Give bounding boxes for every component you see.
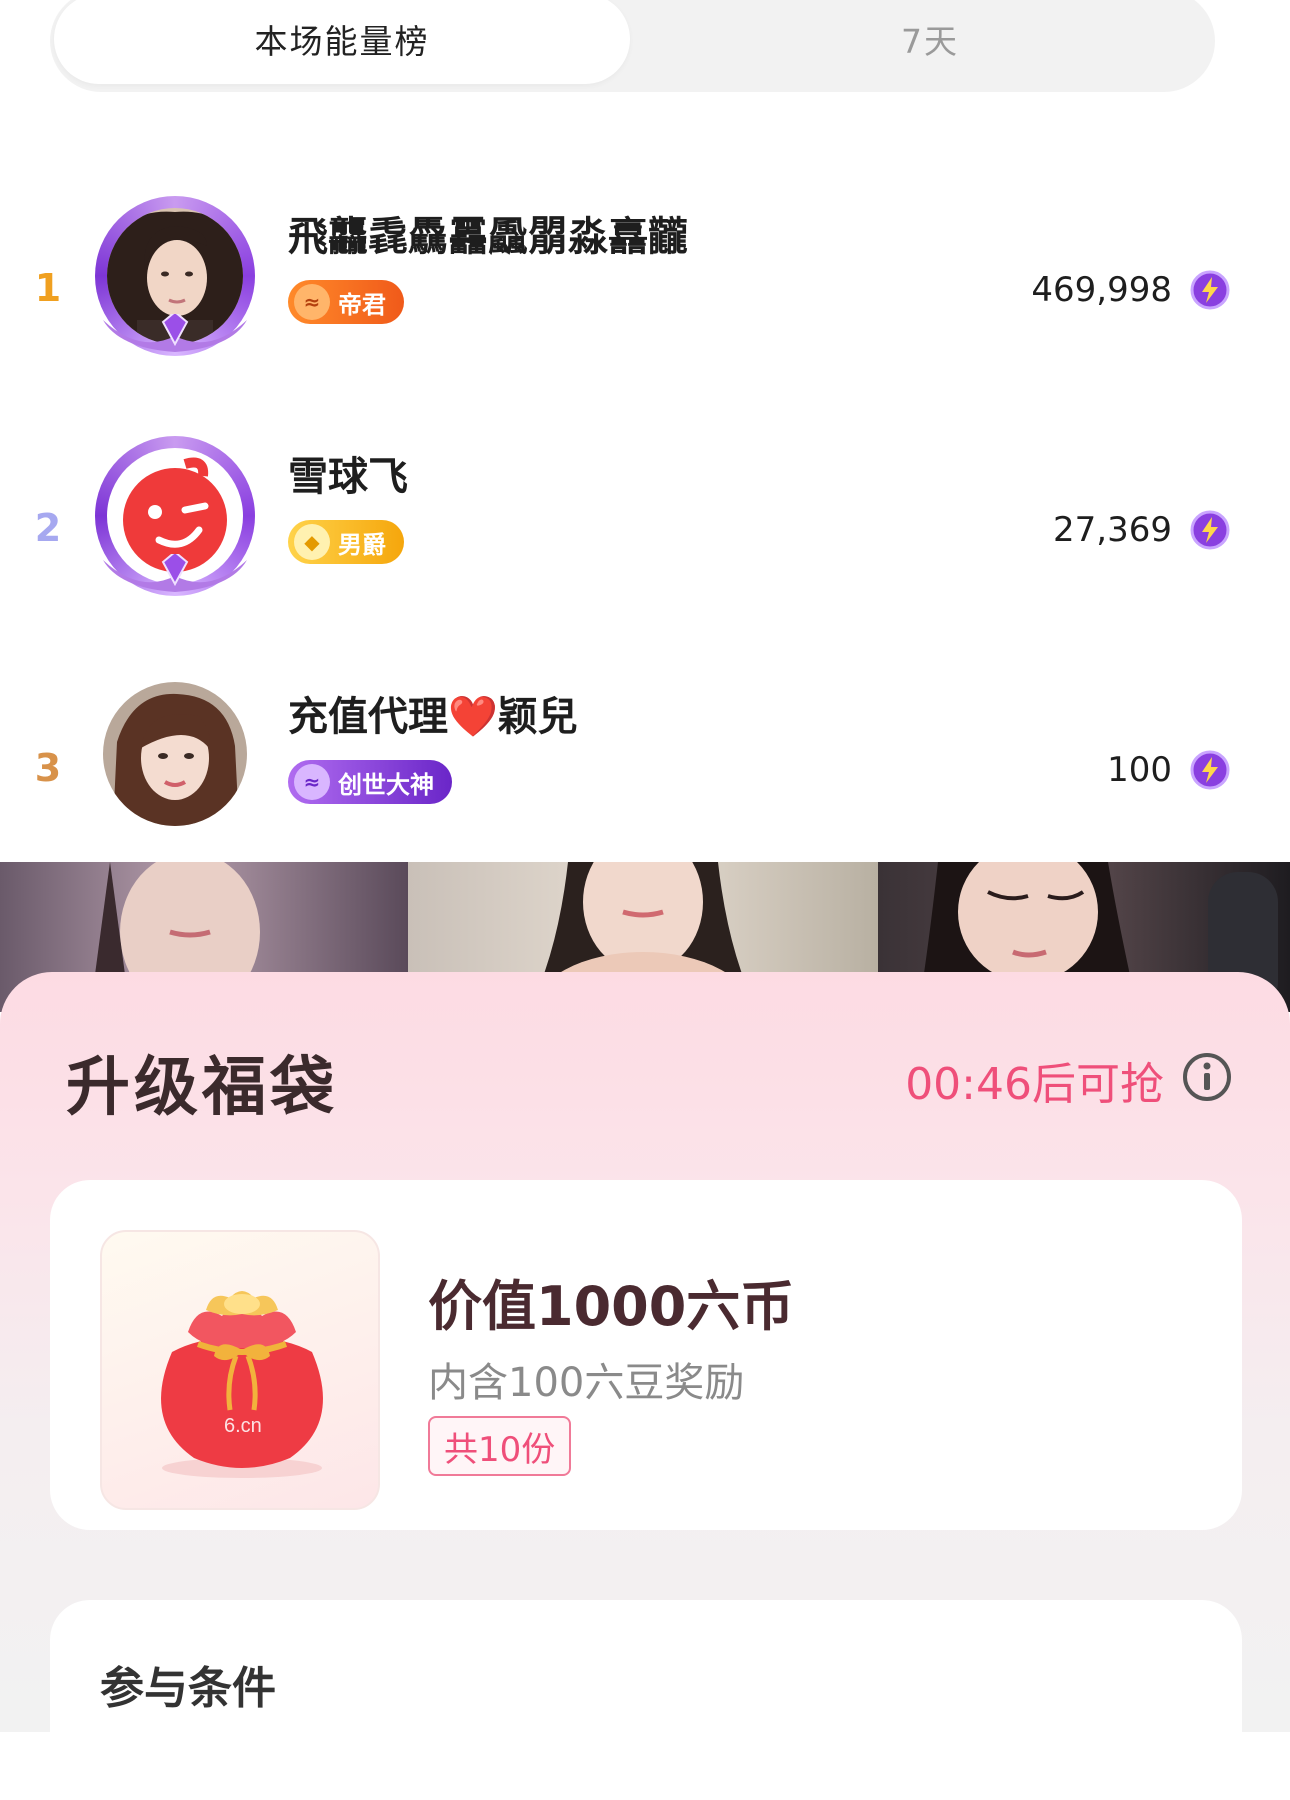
badge-label: 男爵: [338, 530, 386, 559]
prize-quantity-tag: 共10份: [428, 1416, 572, 1476]
countdown-text: 00:46后可抢: [905, 1059, 1164, 1110]
conditions-title: 参与条件: [100, 1663, 276, 1714]
lucky-bag-image: 6.cn: [100, 1230, 380, 1510]
sheet-title: 升级福袋: [66, 1051, 338, 1125]
avatar[interactable]: [95, 676, 255, 836]
tab-7-days[interactable]: 7天: [650, 0, 1210, 84]
lightning-icon: [1190, 750, 1230, 790]
user-name: 飛龘毳驫靐飍朤淼譶龖: [288, 214, 688, 260]
user-name: 雪球飞: [288, 454, 408, 500]
level-badge: ≈ 创世大神: [288, 760, 452, 804]
tab-current-session[interactable]: 本场能量榜: [54, 0, 630, 84]
energy-score: 27,369: [1053, 510, 1172, 550]
rank-row[interactable]: 3 充值代理❤️颖兒 ≈ 创世大神 100: [0, 676, 1290, 876]
rank-number: 1: [34, 266, 62, 310]
lucky-bag-icon: 6.cn: [161, 1291, 323, 1478]
info-icon[interactable]: [1182, 1052, 1232, 1102]
ranking-tabs: 本场能量榜 7天: [50, 0, 1215, 92]
avatar-wings: [103, 314, 247, 352]
prize-card: 6.cn 价值1000六币 内含100六豆奖励 共10份: [50, 1180, 1242, 1530]
prize-subtitle: 内含100六豆奖励: [428, 1360, 745, 1406]
level-chevron-icon: ≈: [294, 764, 330, 800]
avatar[interactable]: [95, 196, 255, 356]
level-chevron-icon: ≈: [294, 284, 330, 320]
conditions-card: 参与条件: [50, 1600, 1242, 1800]
energy-score: 469,998: [1031, 270, 1172, 310]
rank-row[interactable]: 1 飛龘毳驫靐飍朤淼譶龖 ≈ 帝君 469,998: [0, 196, 1290, 396]
lightning-icon: [1190, 270, 1230, 310]
lucky-bag-sheet: 升级福袋 00:46后可抢 6.cn 价值1000六币 内含100六豆奖励 共1…: [0, 972, 1290, 1800]
svg-text:6.cn: 6.cn: [224, 1415, 262, 1437]
level-badge: ◆ 男爵: [288, 520, 404, 564]
avatar-photo: [103, 682, 247, 826]
level-badge: ≈ 帝君: [288, 280, 404, 324]
badge-label: 帝君: [338, 290, 386, 319]
user-name: 充值代理❤️颖兒: [288, 694, 578, 740]
badge-label: 创世大神: [338, 770, 434, 799]
avatar-wings: [103, 554, 247, 592]
level-diamond-icon: ◆: [294, 524, 330, 560]
avatar[interactable]: [95, 436, 255, 596]
energy-score: 100: [1107, 750, 1172, 790]
rank-row[interactable]: 2 雪球飞 ◆ 男爵 27,369: [0, 436, 1290, 636]
rank-number: 2: [34, 506, 62, 550]
rank-number: 3: [34, 746, 62, 790]
lightning-icon: [1190, 510, 1230, 550]
prize-title: 价值1000六币: [428, 1275, 795, 1338]
